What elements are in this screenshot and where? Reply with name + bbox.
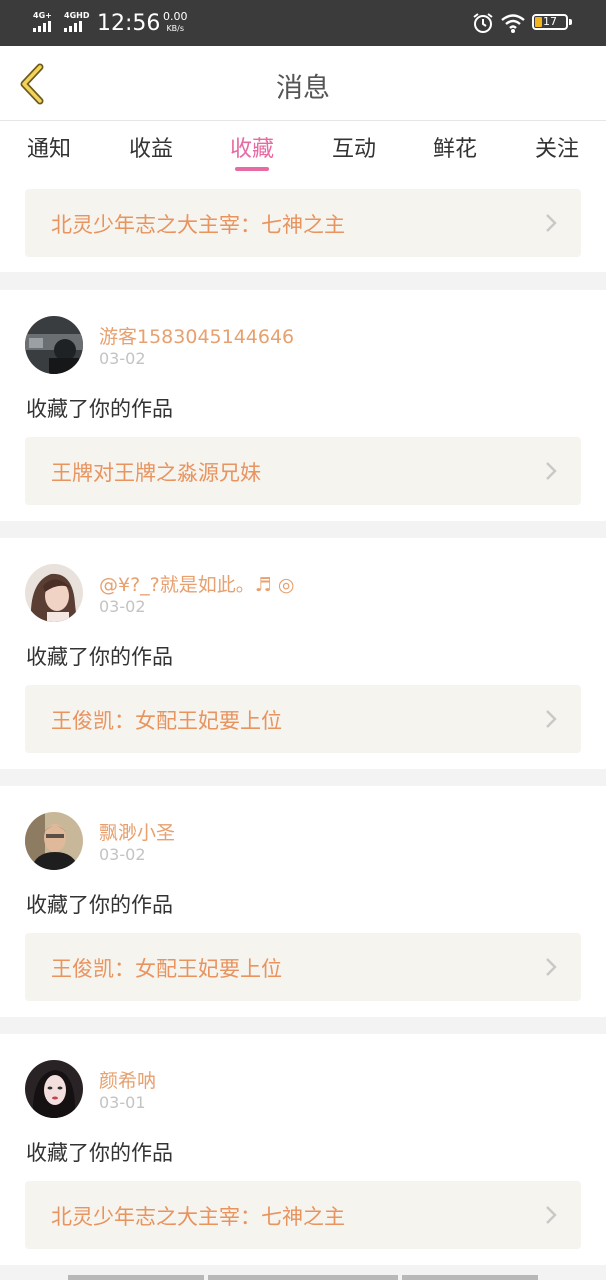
speed-value: 0.00	[163, 10, 188, 23]
clock: 12:56	[97, 11, 161, 36]
username[interactable]: 飘渺小圣	[99, 818, 175, 845]
battery-level: 17	[543, 15, 557, 28]
work-link[interactable]: 王俊凯：女配王妃要上位	[25, 685, 581, 753]
sim2-label: 4GHD	[64, 11, 90, 20]
tab-flowers[interactable]: 鲜花	[415, 131, 495, 163]
tab-following[interactable]: 关注	[517, 131, 597, 163]
action-text: 收藏了你的作品	[26, 397, 173, 421]
username[interactable]: 颜希呐	[99, 1066, 156, 1093]
chevron-right-icon	[546, 462, 557, 480]
list-item: 飘渺小圣 03-02 收藏了你的作品 王俊凯：女配王妃要上位	[0, 786, 606, 1017]
chevron-right-icon	[546, 214, 557, 232]
active-tab-indicator	[235, 167, 269, 171]
signal-icon: 4GHD	[64, 11, 89, 32]
next-item-edge	[208, 1275, 398, 1280]
date: 03-01	[99, 1093, 146, 1112]
chevron-right-icon	[546, 1206, 557, 1224]
next-item-edge	[68, 1275, 204, 1280]
network-speed: 0.00 KB/s	[163, 11, 188, 35]
avatar[interactable]	[25, 812, 83, 870]
chevron-right-icon	[546, 710, 557, 728]
work-link[interactable]: 北灵少年志之大主宰：七神之主	[25, 189, 581, 257]
action-text: 收藏了你的作品	[26, 893, 173, 917]
username[interactable]: 游客1583045144646	[99, 322, 294, 349]
battery-icon: 17	[532, 14, 572, 30]
list-item: 北灵少年志之大主宰：七神之主	[0, 176, 606, 272]
tab-interactions[interactable]: 互动	[314, 131, 394, 163]
avatar[interactable]	[25, 1060, 83, 1118]
tab-bar: 通知 收益 收藏 互动 鲜花 关注	[0, 121, 606, 176]
avatar[interactable]	[25, 316, 83, 374]
list-item: @¥?_?就是如此。♬ ◎ 03-02 收藏了你的作品 王俊凯：女配王妃要上位	[0, 538, 606, 769]
date: 03-02	[99, 597, 146, 616]
work-link[interactable]: 北灵少年志之大主宰：七神之主	[25, 1181, 581, 1249]
app-header: 消息	[0, 46, 606, 121]
chevron-right-icon	[546, 958, 557, 976]
tab-earnings[interactable]: 收益	[111, 131, 191, 163]
status-bar: 4G+ 4GHD 12:56 0.00 KB/s 17	[0, 0, 606, 46]
work-title: 北灵少年志之大主宰：七神之主	[51, 1205, 345, 1229]
avatar[interactable]	[25, 564, 83, 622]
next-item-edge	[402, 1275, 538, 1280]
work-title: 王牌对王牌之淼源兄妹	[51, 461, 261, 485]
date: 03-02	[99, 349, 146, 368]
date: 03-02	[99, 845, 146, 864]
list-item: 游客1583045144646 03-02 收藏了你的作品 王牌对王牌之淼源兄妹	[0, 290, 606, 521]
action-text: 收藏了你的作品	[26, 1141, 173, 1165]
work-title: 王俊凯：女配王妃要上位	[51, 709, 282, 733]
page-title: 消息	[276, 73, 330, 104]
sim1-label: 4G+	[33, 11, 52, 20]
work-link[interactable]: 王牌对王牌之淼源兄妹	[25, 437, 581, 505]
work-title: 王俊凯：女配王妃要上位	[51, 957, 282, 981]
username[interactable]: @¥?_?就是如此。♬ ◎	[99, 570, 294, 597]
tab-notifications[interactable]: 通知	[9, 131, 89, 163]
alarm-icon	[473, 13, 493, 33]
work-link[interactable]: 王俊凯：女配王妃要上位	[25, 933, 581, 1001]
work-title: 北灵少年志之大主宰：七神之主	[51, 213, 345, 237]
action-text: 收藏了你的作品	[26, 645, 173, 669]
speed-unit: KB/s	[166, 24, 185, 33]
list-item: 颜希呐 03-01 收藏了你的作品 北灵少年志之大主宰：七神之主	[0, 1034, 606, 1265]
tab-favorites[interactable]: 收藏	[212, 131, 292, 163]
signal-icon: 4G+	[33, 11, 52, 32]
wifi-icon	[501, 14, 525, 33]
